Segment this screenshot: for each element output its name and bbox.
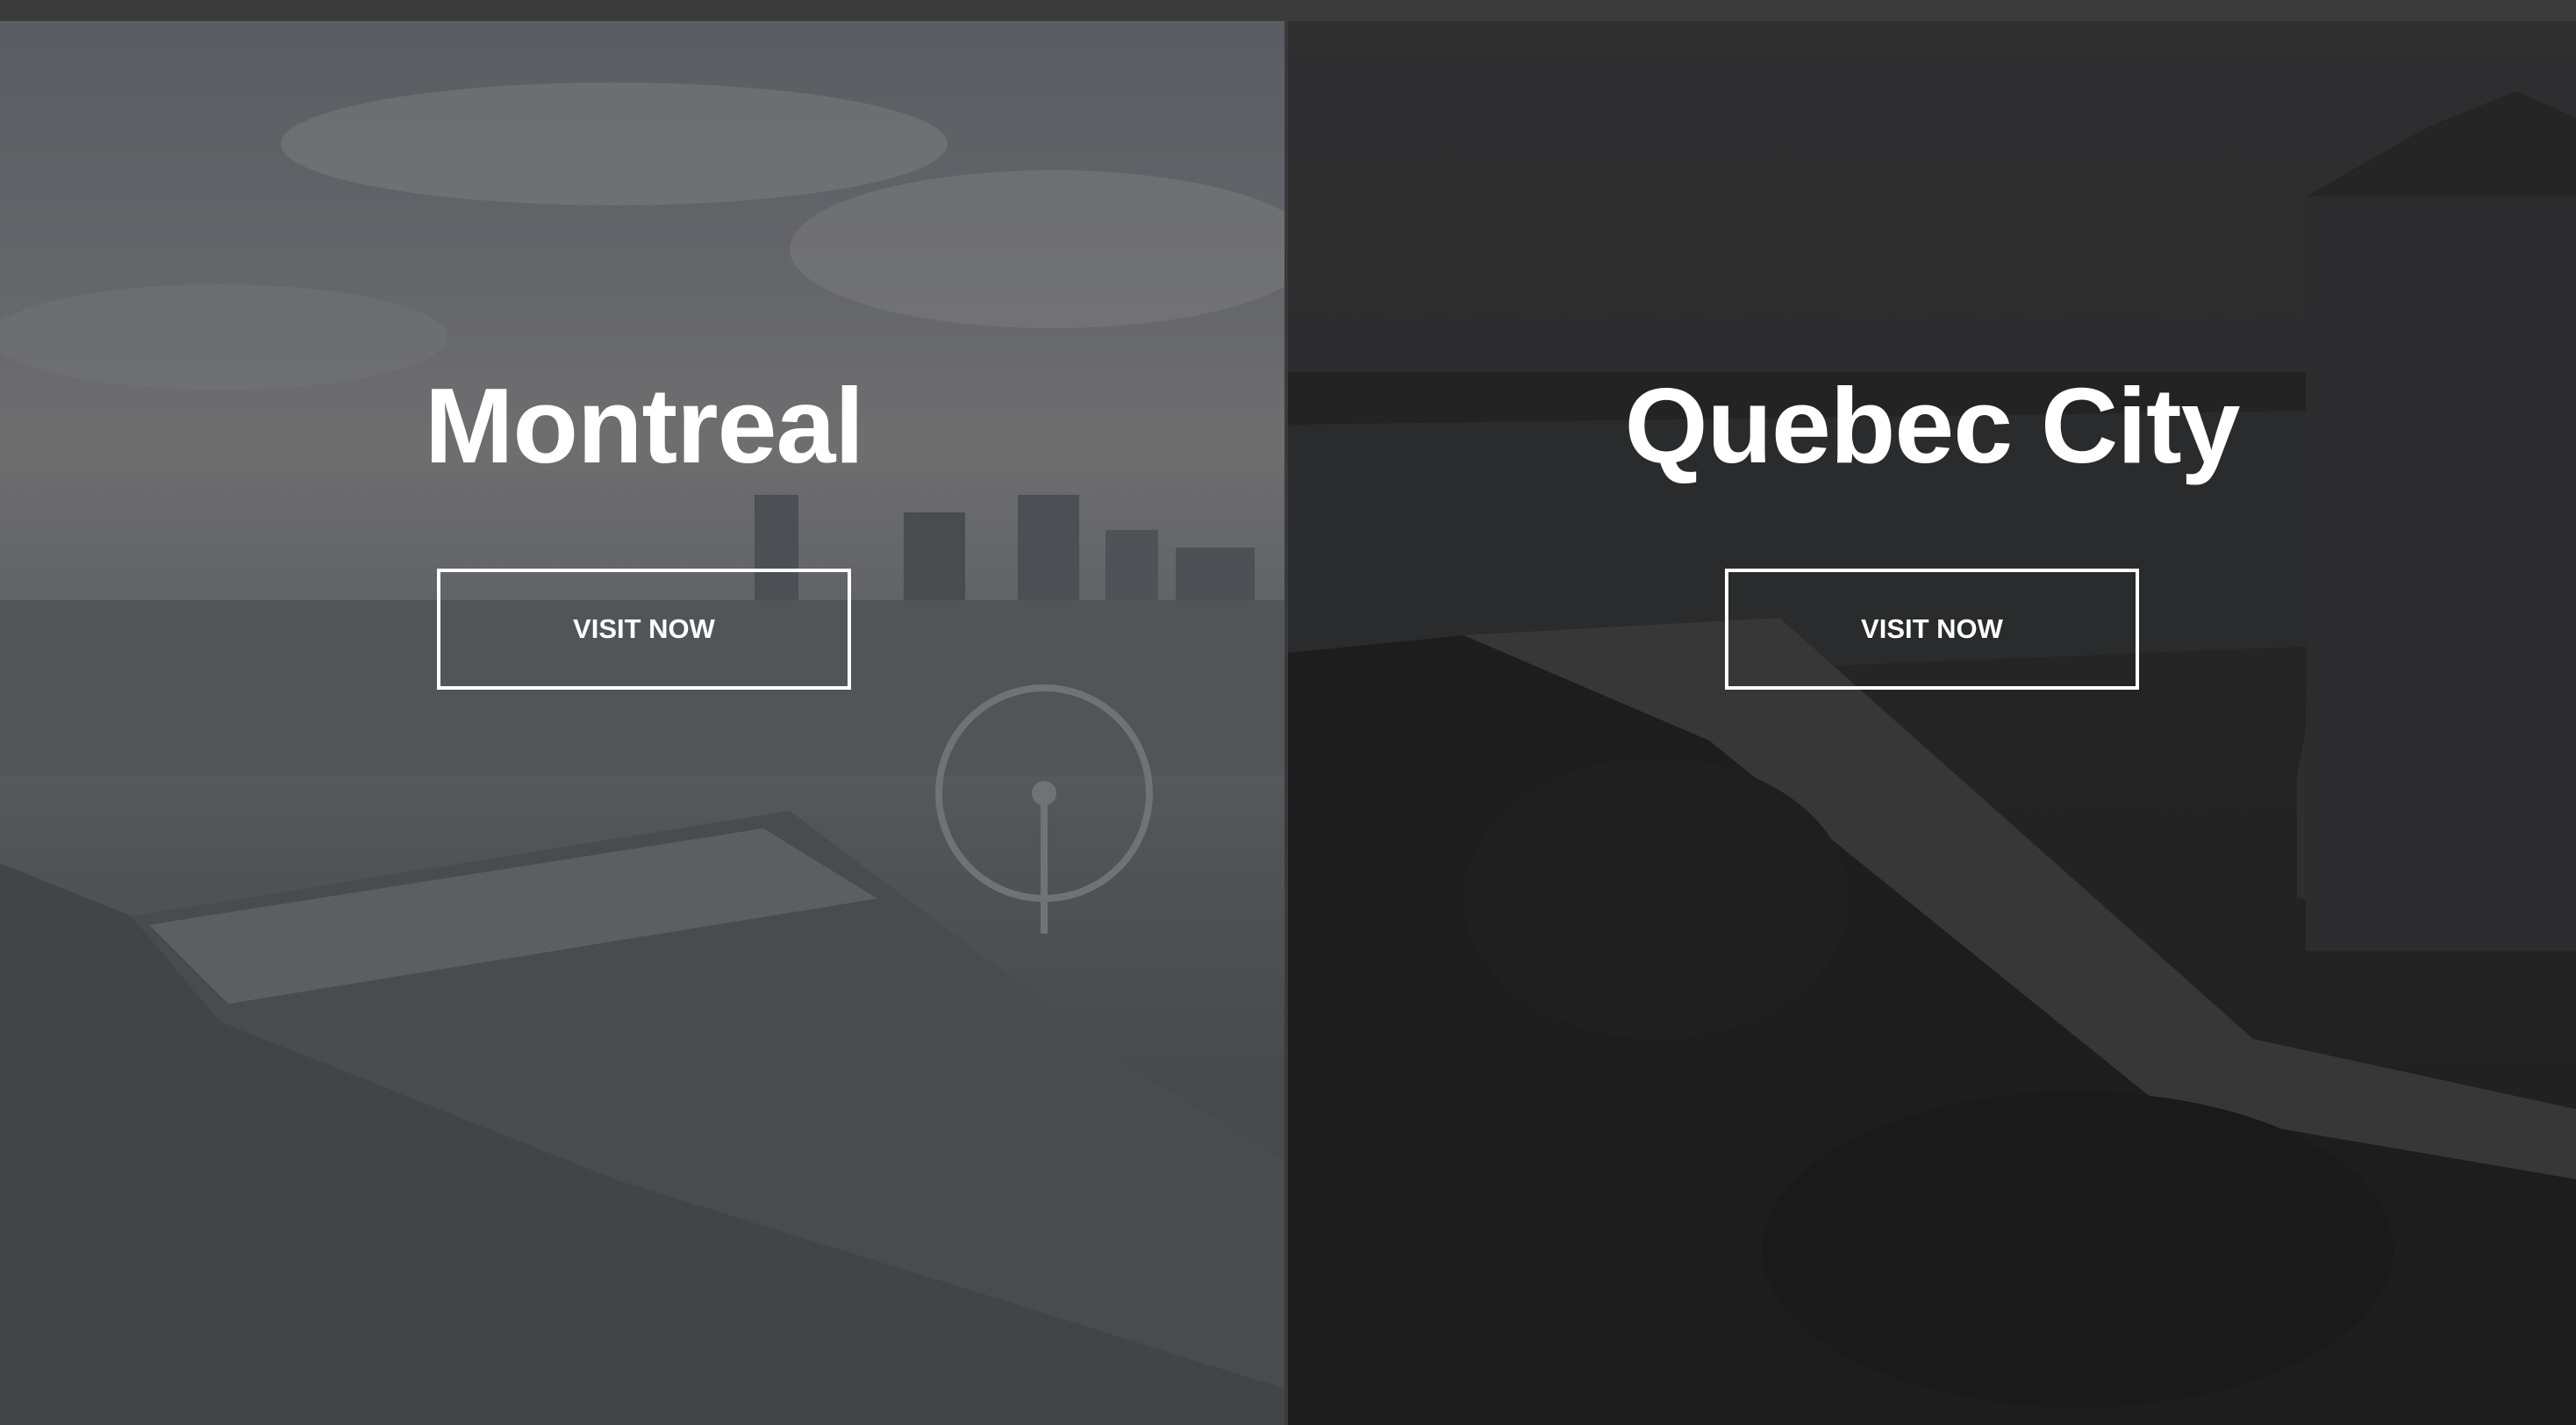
montreal-visit-now-button[interactable]: VISIT NOW: [437, 569, 851, 690]
browser-top-strip: [0, 0, 2576, 21]
quebec-city-visit-now-button[interactable]: VISIT NOW: [1725, 569, 2139, 690]
quebec-city-content: Quebec City VISIT NOW: [1288, 372, 2576, 690]
quebec-city-title: Quebec City: [1624, 366, 2241, 485]
montreal-content: Montreal VISIT NOW: [0, 372, 1288, 690]
montreal-title: Montreal: [424, 366, 864, 485]
quebec-city-panel: Quebec City VISIT NOW: [1288, 21, 2576, 1425]
quebec-city-dark-overlay: [1288, 21, 2576, 1425]
montreal-panel: Montreal VISIT NOW: [0, 21, 1288, 1425]
montreal-dark-overlay: [0, 21, 1288, 1425]
